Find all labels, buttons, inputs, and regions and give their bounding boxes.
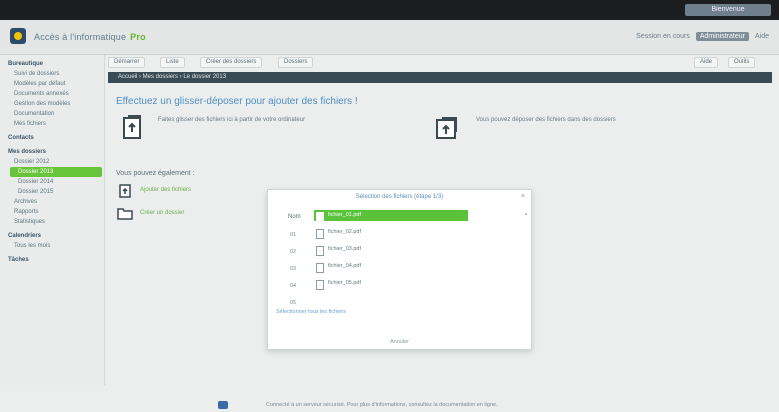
create-folder-link[interactable]: Créer un dossier [140,210,184,216]
top-user-label[interactable]: Bienvenue [685,4,771,16]
upload-folder-icon [436,117,457,139]
dialog-column-header: Nom [288,214,301,220]
app-header: Accès à l'informatique Pro Session en cou… [0,20,779,55]
cancel-button[interactable]: Annuler [268,339,531,345]
sidebar-item[interactable]: Statistiques [0,217,104,227]
file-row[interactable]: fichier_02.pdf [314,227,468,239]
document-icon [316,212,324,222]
row-label: 04 [290,283,297,289]
status-text: Connecté à un serveur sécurisé. Pour plu… [266,402,498,408]
app-badge: Pro [130,32,146,42]
top-bar: Bienvenue [0,0,779,20]
dialog-title: Sélection des fichiers (étape 1/3) [355,194,444,200]
dialog-file-list: fichier_01.pdf fichier_02.pdf fichier_03… [314,208,526,290]
sidebar-item[interactable]: Mes fichiers [0,119,104,129]
sidebar-item[interactable]: Tous les mois [0,241,104,251]
row-label: 03 [290,266,297,272]
help-link[interactable]: Aide [755,33,769,40]
page-title: Effectuez un glisser-déposer pour ajoute… [116,96,358,107]
upload-desc-right: Vous pouvez déposer des fichiers dans de… [476,117,616,123]
sidebar-item[interactable]: Calendriers [0,231,104,241]
create-folder-icon[interactable] [117,205,133,221]
breadcrumb[interactable]: Accueil › Mes dossiers › Le dossier 2013 [108,72,772,83]
sidebar: Bureautique Suivi de dossiers Modèles par … [0,55,105,385]
quick-actions-title: Vous pouvez également : [116,170,195,177]
close-icon[interactable]: × [521,193,525,200]
document-icon [316,229,324,239]
sidebar-item[interactable]: Dossier 2014 [0,177,104,187]
select-all-link[interactable]: Sélectionner tous les fichiers [276,309,346,315]
file-row[interactable]: fichier_05.pdf [314,278,468,290]
sidebar-item[interactable]: Dossier 2015 [0,187,104,197]
sidebar-item[interactable]: Archives [0,197,104,207]
sidebar-item[interactable]: Documents annexés [0,89,104,99]
sidebar-item[interactable]: Rapports [0,207,104,217]
toolbar-button-start[interactable]: Démarrer [108,57,146,68]
app-logo-icon[interactable] [10,28,26,44]
toolbar-button-help[interactable]: Aide [694,57,719,68]
toolbar-button-folders[interactable]: Dossiers [278,57,314,68]
toolbar-button-create[interactable]: Créer des dossiers [200,57,263,68]
scrollbar-handle[interactable]: ▪ [525,212,527,218]
file-name: fichier_03.pdf [328,246,362,252]
status-bar: Connecté à un serveur sécurisé. Pour plu… [0,398,779,412]
windows-icon[interactable] [218,401,228,409]
file-name: fichier_05.pdf [328,280,362,286]
file-name: fichier_02.pdf [328,229,362,235]
sidebar-item[interactable]: Gestion des modèles [0,99,104,109]
user-area: Session en cours Administrateur Aide [636,32,769,41]
upload-desc-left: Faites glisser des fichiers ici à partir… [158,117,306,123]
sidebar-item[interactable]: Tâches [0,255,104,265]
sidebar-item[interactable]: Contacts [0,133,104,143]
toolbar: Démarrer Liste Créer des dossiers Dossie… [108,57,772,68]
account-button[interactable]: Administrateur [695,32,749,41]
sidebar-list: Bureautique Suivi de dossiers Modèles par … [0,59,104,265]
row-label: 01 [290,232,297,238]
sidebar-item[interactable]: Suivi de dossiers [0,69,104,79]
sidebar-item[interactable]: Bureautique [0,59,104,69]
row-label: 02 [290,249,297,255]
add-files-link[interactable]: Ajouter des fichiers [140,187,191,193]
add-file-icon[interactable] [117,183,133,199]
upload-computer-icon [123,115,141,139]
row-label: 05 [290,300,297,306]
file-row[interactable]: fichier_04.pdf [314,261,468,273]
document-icon [316,280,324,290]
sidebar-item[interactable]: Mes dossiers [0,147,104,157]
file-select-dialog: Sélection des fichiers (étape 1/3) × Nom… [267,189,532,350]
app-title-text: Accès à l'informatique [34,32,127,42]
file-row[interactable]: fichier_03.pdf [314,244,468,256]
file-name: fichier_01.pdf [328,212,362,218]
file-name: fichier_04.pdf [328,263,362,269]
file-row[interactable]: fichier_01.pdf [314,210,468,222]
sidebar-item[interactable]: Dossier 2012 [0,157,104,167]
document-icon [316,246,324,256]
document-icon [316,263,324,273]
sidebar-item[interactable]: Dossier 2013 [10,167,102,177]
toolbar-button-list[interactable]: Liste [160,57,185,68]
session-label: Session en cours [636,33,690,40]
app-title: Accès à l'informatique Pro [34,32,146,42]
sidebar-item[interactable]: Documentation [0,109,104,119]
toolbar-button-tools[interactable]: Outils [728,57,756,68]
sidebar-item[interactable]: Modèles par défaut [0,79,104,89]
